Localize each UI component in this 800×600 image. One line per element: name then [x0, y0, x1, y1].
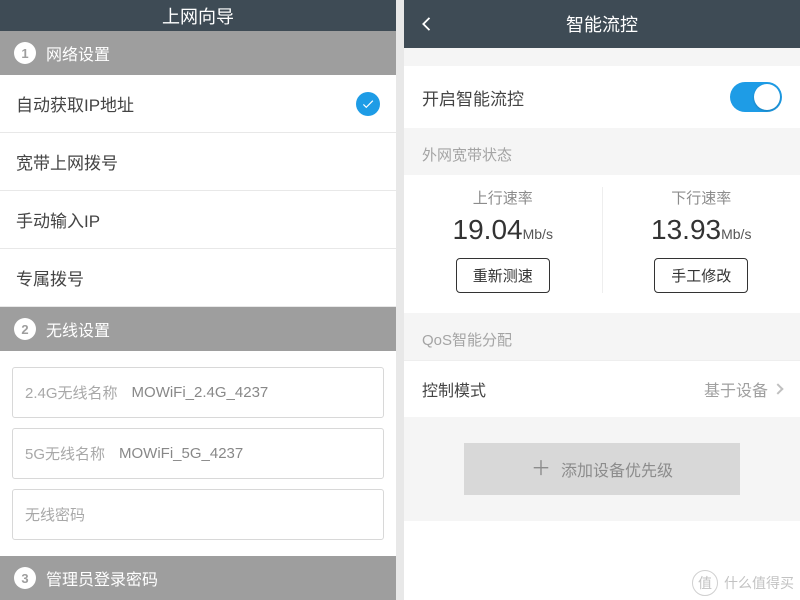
- qos-alloc-label: QoS智能分配: [404, 313, 800, 360]
- plus-icon: ＋: [531, 459, 551, 479]
- step-2-badge: 2: [14, 318, 36, 340]
- section-network: 1 网络设置: [0, 31, 396, 75]
- qos-pane: 智能流控 开启智能流控 外网宽带状态 上行速率 19.04Mb/s 重新测速 下…: [400, 0, 800, 600]
- upload-col: 上行速率 19.04Mb/s 重新测速: [404, 187, 603, 293]
- control-mode-value-wrap: 基于设备: [704, 377, 782, 401]
- control-mode-label: 控制模式: [422, 377, 486, 401]
- check-icon: [356, 92, 380, 116]
- wifi-24g-value: MOWiFi_2.4G_4237: [132, 384, 269, 401]
- wifi-24g-label: 2.4G无线名称: [25, 382, 118, 403]
- download-value: 13.93Mb/s: [651, 214, 751, 246]
- wifi-5g-value: MOWiFi_5G_4237: [119, 445, 243, 462]
- qos-title: 智能流控: [566, 11, 638, 37]
- section-admin-label: 管理员登录密码: [46, 566, 158, 590]
- wifi-password-placeholder: 无线密码: [25, 504, 85, 525]
- section-wireless: 2 无线设置: [0, 307, 396, 351]
- option-auto-ip-label: 自动获取IP地址: [16, 91, 134, 116]
- enable-qos-label: 开启智能流控: [422, 85, 524, 110]
- section-wireless-label: 无线设置: [46, 317, 110, 341]
- chevron-left-icon: [416, 13, 438, 35]
- back-button[interactable]: [416, 0, 438, 48]
- wan-status-label: 外网宽带状态: [404, 128, 800, 175]
- download-col: 下行速率 13.93Mb/s 手工修改: [603, 187, 800, 293]
- watermark-icon: 值: [692, 570, 718, 596]
- option-manual-ip-label: 手动输入IP: [16, 207, 100, 232]
- wifi-24g-field[interactable]: 2.4G无线名称 MOWiFi_2.4G_4237: [12, 367, 384, 418]
- wifi-5g-label: 5G无线名称: [25, 443, 105, 464]
- option-auto-ip[interactable]: 自动获取IP地址: [0, 75, 396, 133]
- qos-header: 智能流控: [404, 0, 800, 48]
- control-mode-row[interactable]: 控制模式 基于设备: [404, 360, 800, 417]
- control-mode-value: 基于设备: [704, 377, 768, 401]
- wizard-pane: 上网向导 1 网络设置 自动获取IP地址 宽带上网拨号 手动输入IP 专属拨号 …: [0, 0, 400, 600]
- step-3-badge: 3: [14, 567, 36, 589]
- wizard-title: 上网向导: [162, 3, 234, 29]
- option-special-dial-label: 专属拨号: [16, 265, 84, 290]
- chevron-right-icon: [772, 383, 783, 394]
- wifi-password-field[interactable]: 无线密码: [12, 489, 384, 540]
- watermark-text: 什么值得买: [724, 573, 794, 593]
- manual-edit-button[interactable]: 手工修改: [654, 258, 748, 293]
- enable-qos-row: 开启智能流控: [404, 66, 800, 128]
- upload-title: 上行速率: [473, 187, 533, 208]
- step-1-badge: 1: [14, 42, 36, 64]
- wizard-header: 上网向导: [0, 0, 396, 31]
- option-pppoe[interactable]: 宽带上网拨号: [0, 133, 396, 191]
- add-device-button[interactable]: ＋ 添加设备优先级: [464, 443, 740, 495]
- section-network-label: 网络设置: [46, 41, 110, 65]
- section-admin: 3 管理员登录密码: [0, 556, 396, 600]
- upload-value: 19.04Mb/s: [453, 214, 553, 246]
- speed-panel: 上行速率 19.04Mb/s 重新测速 下行速率 13.93Mb/s 手工修改: [404, 175, 800, 313]
- option-manual-ip[interactable]: 手动输入IP: [0, 191, 396, 249]
- add-device-label: 添加设备优先级: [561, 457, 673, 481]
- retest-button[interactable]: 重新测速: [456, 258, 550, 293]
- wifi-5g-field[interactable]: 5G无线名称 MOWiFi_5G_4237: [12, 428, 384, 479]
- watermark: 值 什么值得买: [692, 570, 794, 596]
- option-pppoe-label: 宽带上网拨号: [16, 149, 118, 174]
- option-special-dial[interactable]: 专属拨号: [0, 249, 396, 307]
- download-title: 下行速率: [671, 187, 731, 208]
- enable-qos-toggle[interactable]: [730, 82, 782, 112]
